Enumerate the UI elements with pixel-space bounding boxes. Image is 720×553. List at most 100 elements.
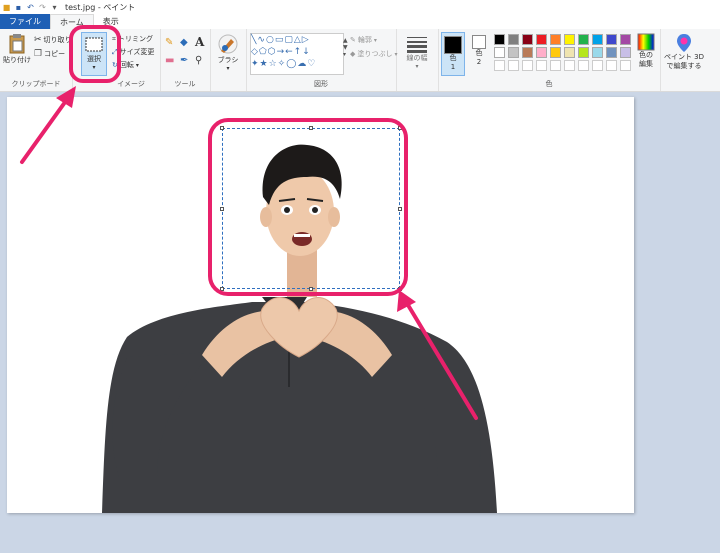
shape-row-3: ✦★☆✧◯☁♡ [251,59,317,69]
fill-bucket-icon[interactable]: ◆ [180,37,188,48]
color-swatch[interactable] [578,34,589,45]
colors-group-label: 色 [545,80,553,88]
window-title: test.jpg - ペイント [65,2,136,12]
pencil-icon[interactable]: ✎ [165,37,173,48]
custom-color-slot[interactable] [508,60,519,71]
color-swatch[interactable] [536,47,547,58]
color2-swatch [472,35,486,49]
rotate-label: 回転 [119,61,134,69]
custom-color-slot[interactable] [564,60,575,71]
scissors-icon: ✂ [34,35,42,45]
custom-color-slot[interactable] [536,60,547,71]
color1-swatch [444,36,462,54]
paint3d-label: ペイント 3D で編集する [663,53,705,70]
redo-icon[interactable]: ↷ [38,3,47,12]
custom-color-slot[interactable] [606,60,617,71]
text-tool-icon[interactable]: A [195,35,204,49]
chevron-down-icon: ▾ [226,65,230,72]
title-bar: ■ ▪ ↶ ↷ ▾ test.jpg - ペイント [0,0,720,14]
color-swatch[interactable] [550,34,561,45]
chevron-down-icon: ▾ [135,61,139,69]
color-swatch[interactable] [620,34,631,45]
edit-colors-icon [637,33,655,51]
custom-color-slot[interactable] [522,60,533,71]
chevron-down-icon: ▾ [415,63,419,70]
custom-color-slot[interactable] [494,60,505,71]
tools-group-label: ツール [174,80,196,88]
selection-area-highlight [208,118,408,296]
size-button[interactable]: 線の幅 ▾ [402,35,432,70]
quick-access-toolbar: ■ ▪ ↶ ↷ ▾ [0,3,59,12]
paint3d-button[interactable]: ペイント 3D で編集する [662,33,706,71]
custom-color-slot[interactable] [592,60,603,71]
custom-color-slot[interactable] [620,60,631,71]
color-swatch[interactable] [508,34,519,45]
custom-color-slot[interactable] [550,60,561,71]
color2-label: 色 2 [475,49,483,66]
color-swatch[interactable] [536,34,547,45]
outline-label: 輪郭 [357,36,372,44]
edit-colors-label: 色の 編集 [639,51,653,68]
select-button-highlight [69,25,121,83]
edit-colors-button[interactable]: 色の 編集 [633,33,659,69]
color-swatch[interactable] [508,47,519,58]
shape-row-2: ◇⬠⬡→←↑↓ [251,47,311,57]
shapes-gallery[interactable]: ╲∿○▭▢△▷ ◇⬠⬡→←↑↓ ✦★☆✧◯☁♡ [250,33,344,75]
color-swatch[interactable] [620,47,631,58]
fill-button[interactable]: ◆ 塗りつぶし ▾ [350,49,397,59]
magnifier-icon[interactable]: ⚲ [195,55,202,66]
copy-button[interactable]: ❐ コピー [34,49,65,59]
resize-label: サイズ変更 [119,48,155,56]
color-swatch[interactable] [592,47,603,58]
size-group: 線の幅 ▾ [396,29,439,91]
color-swatch[interactable] [578,47,589,58]
cut-label: 切り取り [43,36,72,44]
color-palette [494,34,632,71]
brushes-button[interactable]: ブラシ ▾ [214,33,242,72]
color-swatch[interactable] [564,34,575,45]
tools-group: ✎ ◆ A ▬ ✒ ⚲ ツール [160,29,211,91]
tab-file[interactable]: ファイル [0,14,50,29]
color2-button[interactable]: 色 2 [469,35,489,67]
color-swatch[interactable] [592,34,603,45]
crop-label: トリミング [117,35,153,43]
fill-icon: ◆ [350,50,356,58]
paint3d-group: ペイント 3D で編集する [660,29,706,91]
color-picker-icon[interactable]: ✒ [180,55,188,66]
color-swatch[interactable] [606,34,617,45]
clipboard-group: 貼り付け ✂ 切り取り ❐ コピー クリップボード [0,29,73,91]
size-label: 線の幅 [406,54,428,62]
color-swatch[interactable] [564,47,575,58]
color-swatch[interactable] [522,47,533,58]
copy-icon: ❐ [34,49,43,59]
shapes-group-label: 図形 [314,80,328,88]
brushes-label: ブラシ [217,56,239,64]
customize-quick-access-icon[interactable]: ▾ [50,3,59,12]
undo-icon[interactable]: ↶ [26,3,35,12]
color-swatch[interactable] [550,47,561,58]
chevron-down-icon: ▾ [373,36,377,44]
color-swatch[interactable] [606,47,617,58]
eraser-icon[interactable]: ▬ [165,55,174,66]
cut-button[interactable]: ✂ 切り取り [34,35,72,45]
shapes-scroll-icon[interactable]: ▲ ▼ ▾ [343,37,348,58]
color1-button[interactable]: 色 1 [441,32,465,76]
colors-group: 色 1 色 2 色の 編集 色 [438,29,661,91]
custom-color-slot[interactable] [578,60,589,71]
shapes-group: ╲∿○▭▢△▷ ◇⬠⬡→←↑↓ ✦★☆✧◯☁♡ ▲ ▼ ▾ ✎ 輪郭 ▾ ◆ 塗りつぶし ▾… [246,29,397,91]
save-icon[interactable]: ▪ [14,3,23,12]
copy-label: コピー [44,50,66,58]
brushes-group: ブラシ ▾ [210,29,247,91]
shape-row-1: ╲∿○▭▢△▷ [251,35,310,45]
paint3d-icon [677,34,691,52]
paste-icon [9,34,25,54]
color-swatch[interactable] [494,47,505,58]
color1-label: 色 1 [449,54,457,71]
fill-label: 塗りつぶし [357,50,393,58]
paste-button[interactable]: 貼り付け [2,33,32,65]
outline-button[interactable]: ✎ 輪郭 ▾ [350,35,377,45]
paste-label: 貼り付け [3,56,31,64]
outline-icon: ✎ [350,36,356,44]
color-swatch[interactable] [494,34,505,45]
color-swatch[interactable] [522,34,533,45]
